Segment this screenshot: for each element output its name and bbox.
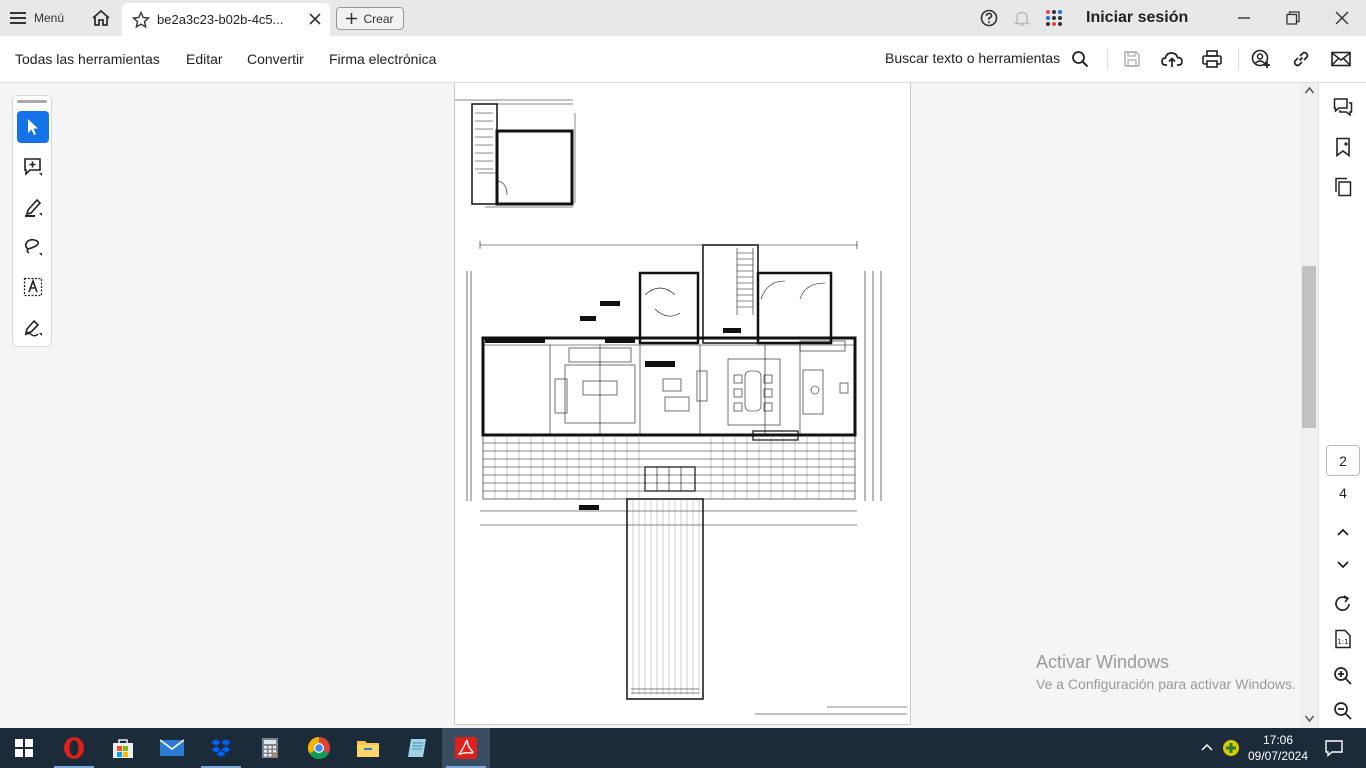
add-comment-tool-button[interactable] <box>17 151 49 183</box>
home-icon <box>92 9 110 26</box>
start-button[interactable] <box>0 728 48 768</box>
close-window-button[interactable] <box>1327 6 1357 30</box>
document-tab[interactable]: be2a3c23-b02b-4c5... <box>122 3 330 36</box>
restore-button[interactable] <box>1278 6 1308 30</box>
scroll-thumb[interactable] <box>1302 266 1316 428</box>
chevron-up-icon[interactable] <box>1332 521 1354 543</box>
taskbar-acrobat[interactable] <box>442 728 490 768</box>
scroll-down-arrow-icon[interactable] <box>1305 715 1314 722</box>
minimize-icon <box>1238 17 1250 19</box>
taskbar-opera[interactable] <box>50 728 98 768</box>
opera-icon <box>64 737 84 759</box>
comment-plus-icon <box>24 158 42 176</box>
menu-edit[interactable]: Editar <box>186 51 223 67</box>
tray-chevron-up-icon[interactable] <box>1200 742 1214 752</box>
taskbar-notes[interactable] <box>393 728 441 768</box>
close-icon <box>1335 11 1349 25</box>
fit-page-icon[interactable]: 1:1 <box>1332 628 1354 650</box>
comments-icon[interactable] <box>1332 96 1354 118</box>
calculator-icon <box>262 738 278 758</box>
chevron-down-icon[interactable] <box>1332 554 1354 576</box>
notes-icon <box>408 739 426 757</box>
search-tools-label[interactable]: Buscar texto o herramientas <box>885 50 1060 66</box>
svg-text:1:1: 1:1 <box>1337 638 1348 646</box>
text-box-icon <box>23 277 43 297</box>
bookmark-icon[interactable] <box>1332 136 1354 158</box>
menu-button[interactable]: Menú <box>10 6 64 30</box>
main-toolbar: Todas las herramientas Editar Convertir … <box>0 36 1366 83</box>
chrome-icon <box>308 737 330 759</box>
draw-tool-button[interactable] <box>17 231 49 263</box>
acrobat-icon <box>455 737 477 759</box>
signin-button[interactable]: Iniciar sesión <box>1086 9 1188 27</box>
tab-title: be2a3c23-b02b-4c5... <box>157 12 284 27</box>
pages-copy-icon[interactable] <box>1332 176 1354 198</box>
pdf-page[interactable] <box>454 83 911 725</box>
text-select-tool-button[interactable] <box>17 271 49 303</box>
mail-icon[interactable] <box>1330 48 1352 70</box>
menu-label: Menú <box>34 11 65 25</box>
star-icon[interactable] <box>132 11 150 29</box>
taskbar-calculator[interactable] <box>246 728 294 768</box>
upload-cloud-icon[interactable] <box>1161 48 1183 70</box>
toolbar-divider <box>1107 48 1108 70</box>
save-icon[interactable] <box>1121 48 1143 70</box>
clock-date[interactable]: 09/07/2024 <box>1246 749 1310 763</box>
bell-icon[interactable] <box>1012 8 1032 28</box>
taskbar-mail[interactable] <box>148 728 196 768</box>
taskbar-store[interactable] <box>99 728 147 768</box>
zoom-in-icon[interactable] <box>1332 665 1354 687</box>
create-button[interactable]: Crear <box>336 7 404 30</box>
select-tool-button[interactable] <box>17 111 49 143</box>
menu-e-signature[interactable]: Firma electrónica <box>329 51 436 67</box>
dropbox-icon <box>210 738 232 758</box>
print-icon[interactable] <box>1201 48 1223 70</box>
windows-taskbar: 17:06 09/07/2024 <box>0 728 1366 768</box>
mail-app-icon <box>159 739 185 756</box>
link-icon[interactable] <box>1290 48 1312 70</box>
toolbar-divider <box>1238 48 1239 70</box>
notification-center-icon[interactable] <box>1325 739 1343 757</box>
sign-tool-button[interactable] <box>17 311 49 343</box>
create-label: Crear <box>363 11 394 26</box>
search-icon[interactable] <box>1069 48 1091 70</box>
title-bar: Menú be2a3c23-b02b-4c5... Crear Iniciar … <box>0 0 1366 36</box>
clock-time[interactable]: 17:06 <box>1258 733 1298 747</box>
taskbar-dropbox[interactable] <box>197 728 245 768</box>
taskbar-file-explorer[interactable] <box>344 728 392 768</box>
refresh-icon[interactable] <box>1332 593 1354 615</box>
help-icon[interactable] <box>979 8 999 28</box>
highlighter-icon <box>25 198 42 217</box>
share-user-icon[interactable] <box>1250 48 1272 70</box>
close-tab-icon[interactable] <box>308 12 322 26</box>
highlight-tool-button[interactable] <box>17 191 49 223</box>
right-rail: 1:1 <box>1318 83 1366 728</box>
pen-sign-icon <box>24 319 42 337</box>
folder-icon <box>357 741 379 757</box>
restore-icon <box>1286 11 1300 25</box>
menu-convert[interactable]: Convertir <box>247 51 304 67</box>
activation-watermark-subtitle: Ve a Configuración para activar Windows. <box>1036 676 1296 692</box>
store-bag-icon <box>113 739 133 758</box>
apps-grid-icon[interactable] <box>1044 8 1064 28</box>
hamburger-icon <box>10 12 26 24</box>
left-tool-panel <box>12 95 52 347</box>
minimize-button[interactable] <box>1229 6 1259 30</box>
panel-grip[interactable] <box>17 100 47 103</box>
scroll-up-arrow-icon[interactable] <box>1305 87 1314 94</box>
home-button[interactable] <box>88 6 114 30</box>
activation-watermark-title: Activar Windows <box>1036 652 1170 672</box>
zoom-out-icon[interactable] <box>1332 700 1354 722</box>
floor-plan-drawing <box>455 99 907 715</box>
total-pages-label: 4 <box>1339 485 1347 501</box>
lasso-draw-icon <box>24 238 42 256</box>
current-page-input[interactable]: 2 <box>1326 445 1360 476</box>
taskbar-chrome[interactable] <box>295 728 343 768</box>
cursor-arrow-icon <box>28 119 38 135</box>
windows-logo-icon <box>15 739 33 757</box>
plus-icon <box>346 13 358 24</box>
tray-status-icon[interactable] <box>1222 739 1240 757</box>
document-viewport[interactable] <box>0 83 1318 728</box>
menu-all-tools[interactable]: Todas las herramientas <box>15 51 160 67</box>
